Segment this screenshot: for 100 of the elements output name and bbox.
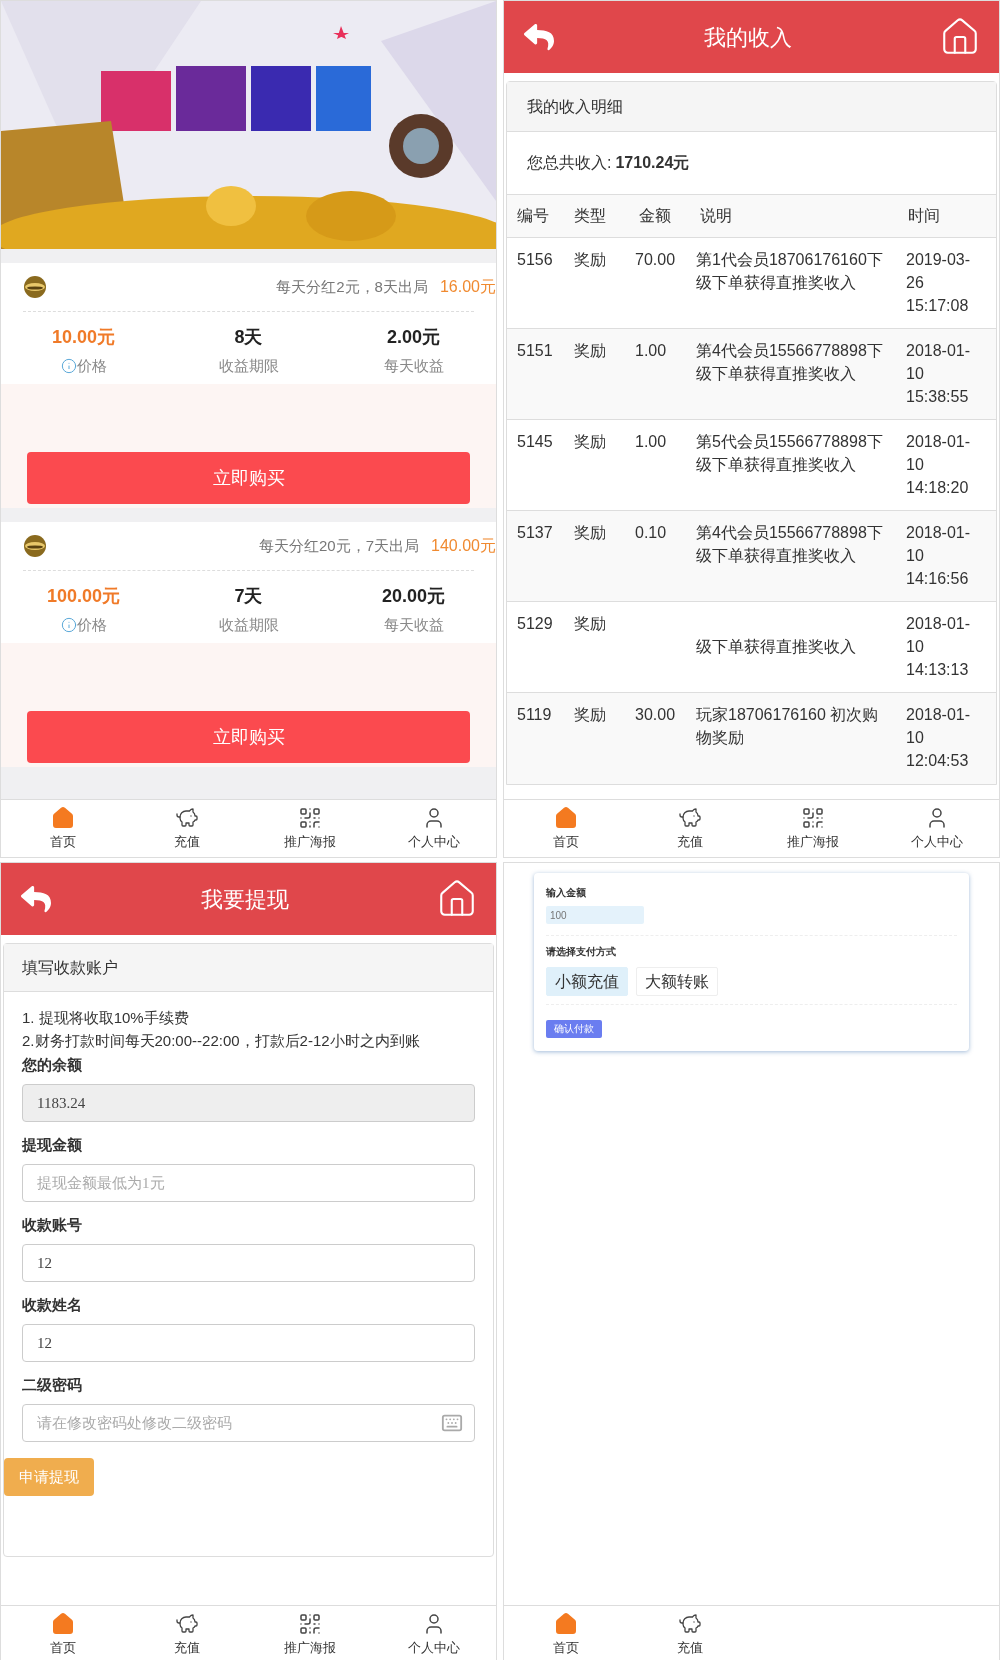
- table-cell: 奖励: [564, 328, 629, 420]
- table-cell: 第4代会员15566778898下级下单获得直推奖收入: [696, 524, 883, 564]
- field-label: 收款账号: [22, 1215, 83, 1235]
- table-cell: 0.10: [635, 524, 667, 541]
- table-cell: 5156: [507, 237, 564, 329]
- table-cell-text: 2018-01-10 14:13:13: [906, 614, 972, 680]
- product-price: 100.00元: [46, 585, 121, 608]
- total-income-value: 1710.24元: [615, 153, 690, 173]
- table-cell: 5119: [507, 692, 564, 784]
- input-field[interactable]: 1183.24: [22, 1084, 475, 1122]
- info-icon: [60, 617, 77, 634]
- panel-title: 填写收款账户: [4, 944, 493, 992]
- total-income-label: 您总共收入:: [527, 153, 612, 173]
- tab-bar-item[interactable]: 推广海报: [248, 800, 373, 857]
- qr-code-icon: [298, 805, 323, 830]
- column-header: 编号: [507, 194, 564, 238]
- table-cell-text: 2018-01-10 15:38:55: [906, 341, 972, 407]
- tab-bar-item[interactable]: 推广海报: [751, 800, 876, 857]
- coin-icon: [23, 534, 47, 558]
- panel-title: 我的收入明细: [507, 82, 996, 132]
- coin-icon: [23, 275, 47, 299]
- column-header: 类型: [564, 194, 629, 238]
- back-icon[interactable]: [522, 22, 556, 52]
- tab-bar-item[interactable]: 个人中心: [875, 800, 999, 857]
- term-label: 收益期限: [218, 356, 279, 376]
- amount-field[interactable]: 100: [546, 906, 644, 924]
- product-total: 140.00元: [431, 536, 496, 556]
- table-cell: 1.00: [635, 433, 667, 450]
- product-summary: 每天分红20元，7天出局: [259, 535, 420, 556]
- qr-code-icon: [298, 1611, 323, 1636]
- table-cell-text: 2018-01-10 12:04:53: [906, 705, 972, 771]
- column-header: 金额: [629, 194, 690, 238]
- home-icon: [553, 1611, 578, 1636]
- home-icon: [50, 805, 75, 830]
- table-cell: 5129: [507, 601, 564, 693]
- table-cell: 奖励: [564, 237, 629, 329]
- tab-bar-item[interactable]: 个人中心: [372, 800, 496, 857]
- table-cell: 第5代会员15566778898下级下单获得直推奖收入: [696, 433, 883, 473]
- table-cell: 1.00: [635, 342, 667, 359]
- back-icon[interactable]: [19, 884, 53, 914]
- payment-option[interactable]: 大额转账: [636, 967, 718, 996]
- qr-code-icon: [801, 805, 826, 830]
- table-cell: 第1代会员18706176160下级下单获得直推奖收入: [696, 251, 883, 291]
- product-term: 7天: [234, 585, 263, 608]
- table-cell: 5145: [507, 419, 564, 511]
- table-cell: 奖励: [564, 692, 629, 784]
- tab-bar-item[interactable]: 个人中心: [372, 1606, 496, 1660]
- tab-bar-item[interactable]: 首页: [504, 800, 628, 857]
- tab-bar-item[interactable]: 充值: [124, 1606, 249, 1660]
- field-label: 请选择支付方式: [546, 945, 617, 959]
- piggy-bank-icon: [174, 805, 199, 830]
- price-label: 价格: [76, 615, 107, 635]
- piggy-bank-icon: [677, 805, 702, 830]
- field-label: 提现金额: [22, 1135, 83, 1155]
- tab-bar-item[interactable]: 充值: [627, 1606, 752, 1660]
- table-cell: 30.00: [635, 706, 676, 723]
- table-cell: 奖励: [564, 419, 629, 511]
- table-cell: 70.00: [635, 251, 676, 268]
- product-daily-income: 20.00元: [381, 585, 445, 608]
- table-cell: 第4代会员15566778898下级下单获得直推奖收入: [696, 342, 883, 382]
- tab-bar-item[interactable]: 首页: [1, 800, 125, 857]
- tab-bar-item[interactable]: 充值: [124, 800, 249, 857]
- table-cell: 5137: [507, 510, 564, 602]
- tab-bar-item[interactable]: 推广海报: [248, 1606, 373, 1660]
- table-cell: 玩家18706176160 初次购物奖励: [696, 706, 879, 746]
- table-cell: 5151: [507, 328, 564, 420]
- table-cell: 奖励: [564, 601, 629, 693]
- field-label: 二级密码: [22, 1375, 83, 1395]
- price-label: 价格: [76, 356, 107, 376]
- product-total: 16.00元: [439, 277, 496, 297]
- term-label: 收益期限: [218, 615, 279, 635]
- confirm-payment-button[interactable]: 确认付款: [546, 1019, 602, 1038]
- piggy-bank-icon: [677, 1611, 702, 1636]
- table-cell-text: 2018-01-10 14:16:56: [906, 523, 972, 589]
- page-title: 我的收入: [702, 23, 793, 52]
- input-field[interactable]: 提现金额最低为1元: [22, 1164, 475, 1202]
- field-label: 您的余额: [22, 1055, 83, 1075]
- field-label: 收款姓名: [22, 1295, 83, 1315]
- input-field[interactable]: 请在修改密码处修改二级密码: [22, 1404, 475, 1442]
- product-daily-income: 2.00元: [386, 326, 440, 349]
- table-cell-text: 2019-03-26 15:17:08: [906, 250, 972, 316]
- tab-bar-item[interactable]: 首页: [504, 1606, 628, 1660]
- daily-income-label: 每天收益: [383, 356, 444, 376]
- table-cell-text: 2018-01-10 14:18:20: [906, 432, 972, 498]
- payment-option[interactable]: 小额充值: [546, 967, 628, 996]
- tab-bar-item[interactable]: 首页: [1, 1606, 125, 1660]
- input-field[interactable]: 12: [22, 1324, 475, 1362]
- input-field[interactable]: 12: [22, 1244, 475, 1282]
- home-icon: [553, 805, 578, 830]
- piggy-bank-icon: [174, 1611, 199, 1636]
- tab-bar-item[interactable]: 充值: [627, 800, 752, 857]
- column-header: 时间: [898, 194, 996, 238]
- field-label: 输入金额: [546, 886, 587, 900]
- product-term: 8天: [234, 326, 263, 349]
- page-title: 我要提现: [199, 885, 290, 914]
- table-cell: 级下单获得直推奖收入: [696, 638, 856, 655]
- product-summary: 每天分红2元，8天出局: [276, 276, 428, 297]
- note-text: 1. 提现将收取10%手续费: [22, 1008, 190, 1028]
- info-icon: [60, 358, 77, 375]
- keyboard-icon[interactable]: [441, 1412, 463, 1434]
